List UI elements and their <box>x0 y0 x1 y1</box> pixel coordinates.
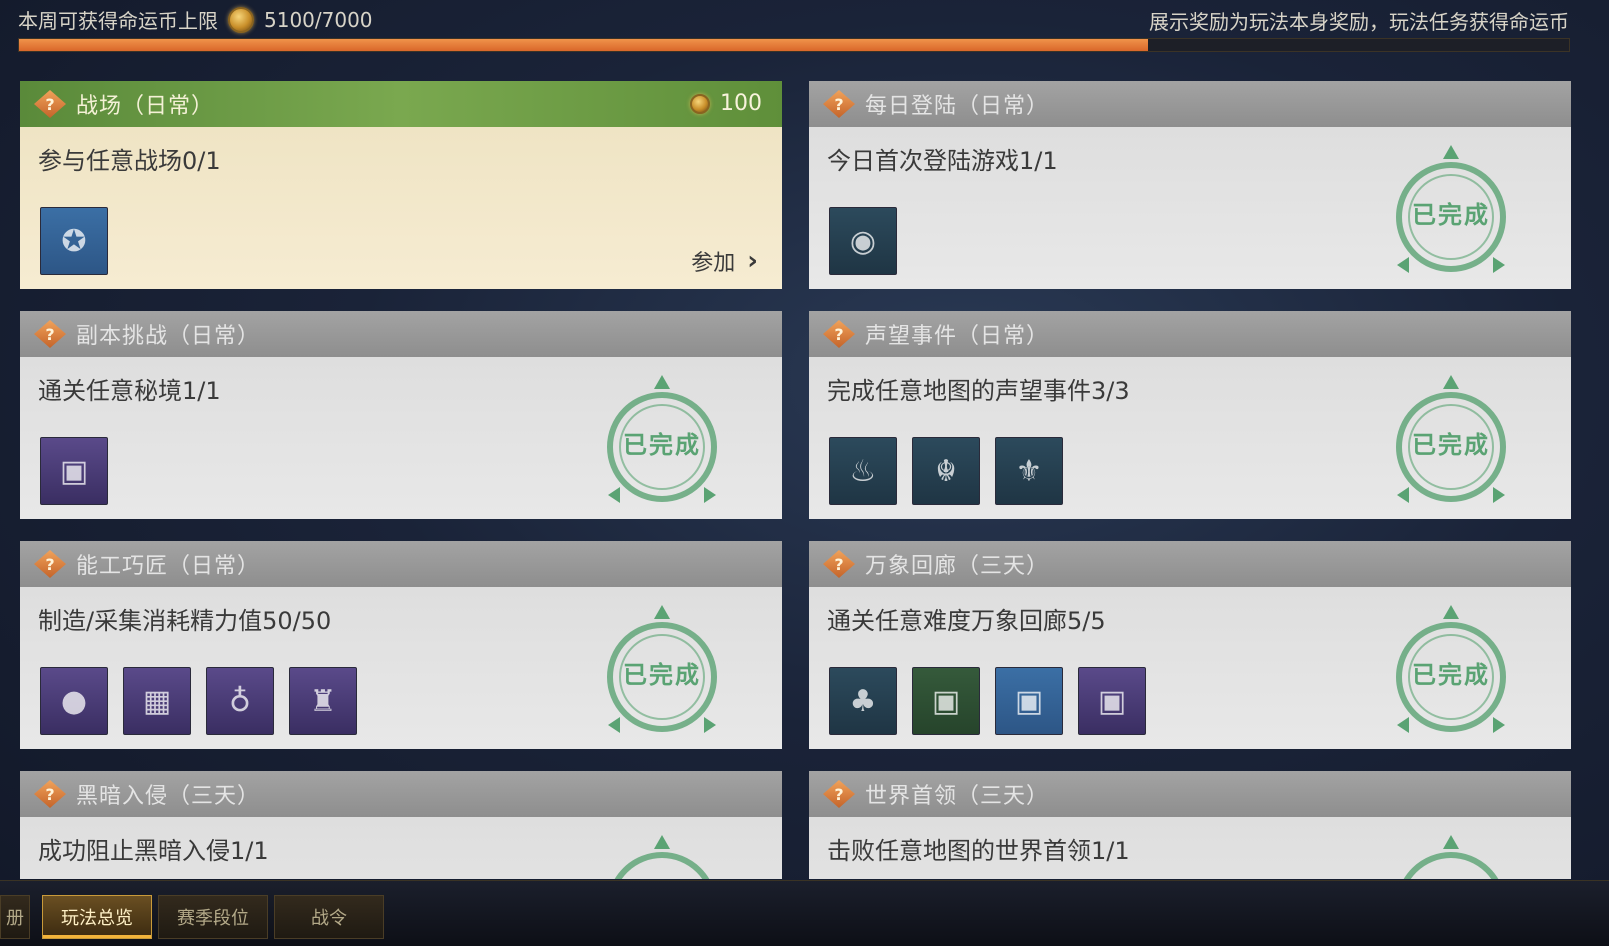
task-card-battlefield[interactable]: ? 战场（日常） 100 参与任意战场0/1 ✪ 参加 › <box>20 81 782 289</box>
weekly-limit-label: 本周可获得命运币上限 <box>18 9 218 33</box>
coin-icon <box>690 93 710 114</box>
card-title: 每日登陆（日常） <box>865 94 1050 119</box>
card-title: 声望事件（日常） <box>865 324 1050 349</box>
reward-items: ♣ ▣ ▣ ▣ <box>829 667 1146 735</box>
card-title: 世界首领（三天） <box>865 784 1050 809</box>
box-item-icon[interactable]: ▦ <box>123 667 191 735</box>
medal-item-icon[interactable]: ✪ <box>40 207 108 275</box>
help-icon[interactable]: ? <box>823 320 855 348</box>
card-body: 完成任意地图的声望事件3/3 ♨ ☬ ⚜ 已完成 <box>809 357 1571 519</box>
completed-stamp <box>1371 835 1531 879</box>
completed-label: 已完成 <box>1412 431 1490 459</box>
weekly-limit-value: 5100/7000 <box>264 7 373 32</box>
reward-items: ✪ <box>40 207 108 275</box>
task-card-crafting[interactable]: ? 能工巧匠（日常） 制造/采集消耗精力值50/50 ● ▦ ♁ ♜ 已完成 <box>20 541 782 749</box>
task-text: 参与任意战场0/1 <box>38 147 221 175</box>
tab-season-rank[interactable]: 赛季段位 <box>158 895 268 939</box>
completed-label: 已完成 <box>623 661 701 689</box>
card-header: ? 能工巧匠（日常） <box>20 541 782 587</box>
completed-label: 已完成 <box>1412 201 1490 229</box>
card-body: 参与任意战场0/1 ✪ 参加 › <box>20 127 782 289</box>
completed-label: 已完成 <box>1412 661 1490 689</box>
crest-emblem-item-icon[interactable]: ⚜ <box>995 437 1063 505</box>
weekly-limit: 本周可获得命运币上限 5100/7000 <box>18 5 373 34</box>
task-card-daily-login[interactable]: ? 每日登陆（日常） 今日首次登陆游戏1/1 ◉ 已完成 <box>809 81 1571 289</box>
card-title: 能工巧匠（日常） <box>76 554 261 579</box>
reward-amount: 100 <box>720 91 762 116</box>
bottom-tab-bar: 册 玩法总览 赛季段位 战令 <box>0 880 1609 946</box>
completed-stamp <box>582 835 742 879</box>
card-body: 击败任意地图的世界首领1/1 <box>809 817 1571 879</box>
completed-stamp: 已完成 <box>1371 145 1531 281</box>
task-text: 今日首次登陆游戏1/1 <box>827 147 1058 175</box>
card-body: 今日首次登陆游戏1/1 ◉ 已完成 <box>809 127 1571 289</box>
help-icon[interactable]: ? <box>34 320 66 348</box>
completed-stamp: 已完成 <box>1371 375 1531 511</box>
completed-stamp: 已完成 <box>1371 605 1531 741</box>
reward-items: ▣ <box>40 437 108 505</box>
card-body: 制造/采集消耗精力值50/50 ● ▦ ♁ ♜ 已完成 <box>20 587 782 749</box>
reward-items: ● ▦ ♁ ♜ <box>40 667 357 735</box>
task-text: 通关任意秘境1/1 <box>38 377 221 405</box>
card-header: ? 黑暗入侵（三天） <box>20 771 782 817</box>
card-header: ? 声望事件（日常） <box>809 311 1571 357</box>
tab-manual[interactable]: 册 <box>0 895 30 939</box>
task-card-reputation[interactable]: ? 声望事件（日常） 完成任意地图的声望事件3/3 ♨ ☬ ⚜ 已完成 <box>809 311 1571 519</box>
reward: 100 <box>690 91 762 116</box>
join-button[interactable]: 参加 › <box>691 245 758 277</box>
card-title: 战场（日常） <box>76 94 215 119</box>
task-text: 击败任意地图的世界首领1/1 <box>827 837 1130 865</box>
task-text: 制造/采集消耗精力值50/50 <box>38 607 332 635</box>
card-title: 副本挑战（日常） <box>76 324 261 349</box>
chest-item-icon[interactable]: ▣ <box>40 437 108 505</box>
card-title: 黑暗入侵（三天） <box>76 784 261 809</box>
completed-stamp: 已完成 <box>582 375 742 511</box>
card-title: 万象回廊（三天） <box>865 554 1050 579</box>
pouch-item-icon[interactable]: ♁ <box>206 667 274 735</box>
tab-overview[interactable]: 玩法总览 <box>42 895 152 939</box>
task-card-world-boss[interactable]: ? 世界首领（三天） 击败任意地图的世界首领1/1 <box>809 771 1571 879</box>
emblem-item-icon[interactable]: ◉ <box>829 207 897 275</box>
card-header: ? 战场（日常） 100 <box>20 81 782 127</box>
chest-item-icon[interactable]: ▣ <box>1078 667 1146 735</box>
herb-item-icon[interactable]: ♣ <box>829 667 897 735</box>
coin-icon <box>228 6 254 33</box>
help-icon[interactable]: ? <box>823 90 855 118</box>
task-text: 完成任意地图的声望事件3/3 <box>827 377 1130 405</box>
reward-items: ◉ <box>829 207 897 275</box>
chest-item-icon[interactable]: ▣ <box>912 667 980 735</box>
completed-label: 已完成 <box>623 431 701 459</box>
lantern-item-icon[interactable]: ♜ <box>289 667 357 735</box>
tab-battle-pass[interactable]: 战令 <box>274 895 384 939</box>
task-card-gallery[interactable]: ? 万象回廊（三天） 通关任意难度万象回廊5/5 ♣ ▣ ▣ ▣ 已完成 <box>809 541 1571 749</box>
card-header: ? 每日登陆（日常） <box>809 81 1571 127</box>
top-bar: 本周可获得命运币上限 5100/7000 展示奖励为玩法本身奖励，玩法任务获得命… <box>0 0 1609 36</box>
task-text: 成功阻止黑暗入侵1/1 <box>38 837 269 865</box>
reward-items: ♨ ☬ ⚜ <box>829 437 1063 505</box>
card-header: ? 副本挑战（日常） <box>20 311 782 357</box>
task-text: 通关任意难度万象回廊5/5 <box>827 607 1106 635</box>
task-card-dungeon[interactable]: ? 副本挑战（日常） 通关任意秘境1/1 ▣ 已完成 <box>20 311 782 519</box>
card-header: ? 世界首领（三天） <box>809 771 1571 817</box>
card-body: 通关任意难度万象回廊5/5 ♣ ▣ ▣ ▣ 已完成 <box>809 587 1571 749</box>
completed-stamp: 已完成 <box>582 605 742 741</box>
flame-emblem-item-icon[interactable]: ♨ <box>829 437 897 505</box>
task-card-dark-invasion[interactable]: ? 黑暗入侵（三天） 成功阻止黑暗入侵1/1 <box>20 771 782 879</box>
help-icon[interactable]: ? <box>823 780 855 808</box>
weekly-progress-bar <box>18 38 1570 52</box>
bomb-item-icon[interactable]: ● <box>40 667 108 735</box>
mask-emblem-item-icon[interactable]: ☬ <box>912 437 980 505</box>
join-label: 参加 <box>691 251 736 276</box>
help-icon[interactable]: ? <box>34 90 66 118</box>
card-header: ? 万象回廊（三天） <box>809 541 1571 587</box>
help-icon[interactable]: ? <box>34 780 66 808</box>
help-icon[interactable]: ? <box>34 550 66 578</box>
card-body: 通关任意秘境1/1 ▣ 已完成 <box>20 357 782 519</box>
card-body: 成功阻止黑暗入侵1/1 <box>20 817 782 879</box>
reward-note: 展示奖励为玩法本身奖励，玩法任务获得命运币 <box>1149 10 1569 34</box>
help-icon[interactable]: ? <box>823 550 855 578</box>
weekly-progress-fill <box>19 39 1149 51</box>
chevron-right-icon: › <box>747 246 758 276</box>
chest-item-icon[interactable]: ▣ <box>995 667 1063 735</box>
